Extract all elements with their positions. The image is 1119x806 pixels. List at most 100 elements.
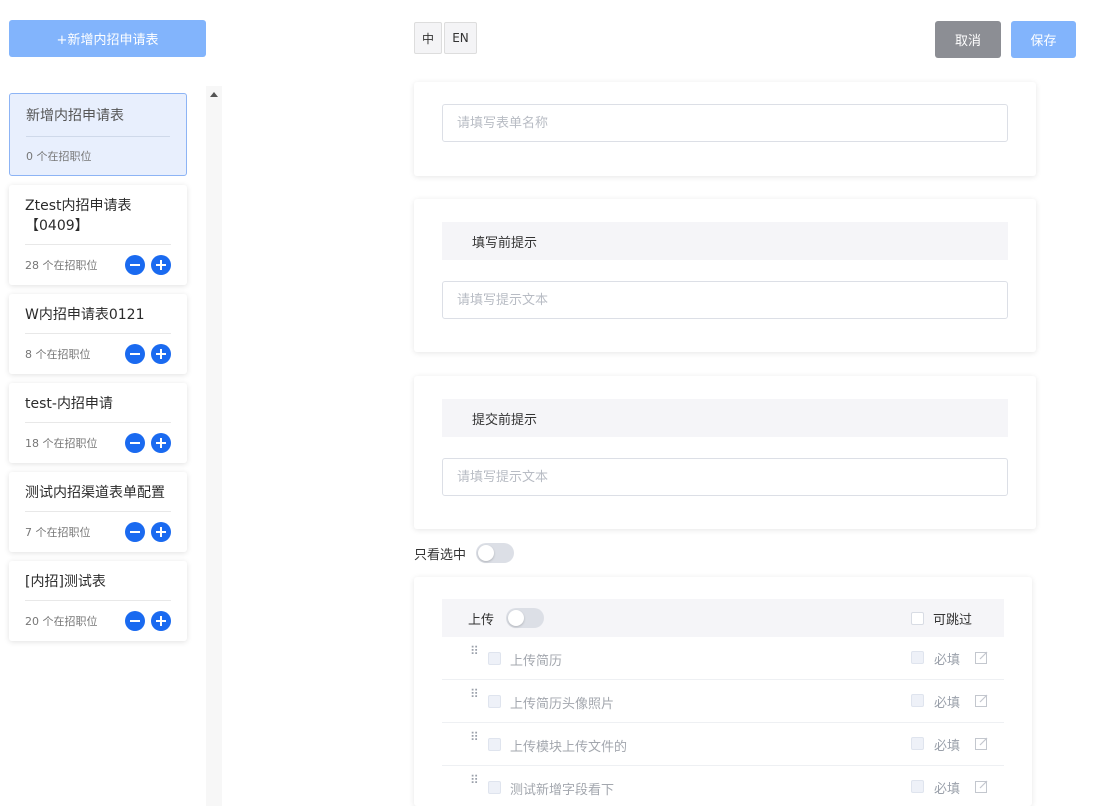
form-name-input[interactable] [442,104,1008,142]
add-form-button[interactable]: +新增内招申请表 [9,20,206,57]
lang-en-button[interactable]: EN [444,22,477,54]
edit-icon[interactable] [975,694,988,707]
form-card[interactable]: 测试内招渠道表单配置 7 个在招职位 [9,472,187,552]
form-card-actions [125,522,171,542]
field-row: ⠿ 上传简历头像照片 必填 [442,680,1004,723]
form-card-footer: 0 个在招职位 [26,137,170,175]
field-row: ⠿ 上传简历 必填 [442,637,1004,680]
form-card-title: test-内招申请 [25,383,171,423]
form-name-panel [414,82,1036,176]
form-card-count: 8 个在招职位 [25,348,91,361]
form-card[interactable]: Ztest内招申请表【0409】 28 个在招职位 [9,185,187,285]
required-label: 必填 [934,739,961,754]
form-card-actions [125,255,171,275]
field-row: ⠿ 上传模块上传文件的 必填 [442,723,1004,766]
form-card-count: 20 个在招职位 [25,615,98,628]
only-selected-filter: 只看选中 [414,543,515,563]
upload-section-title: 上传 [468,612,495,628]
form-card-title: [内招]测试表 [25,561,171,601]
before-submit-title: 提交前提示 [442,399,1008,437]
only-selected-label: 只看选中 [414,547,467,563]
edit-icon[interactable] [975,780,988,793]
field-select-checkbox[interactable] [488,738,501,751]
form-card-footer: 8 个在招职位 [25,334,171,374]
minus-icon [130,620,140,622]
form-card-title: W内招申请表0121 [25,294,171,334]
add-button[interactable] [151,255,171,275]
lang-zh-button[interactable]: 中 [414,22,442,54]
form-card[interactable]: [内招]测试表 20 个在招职位 [9,561,187,641]
drag-handle-icon[interactable]: ⠿ [470,645,479,657]
remove-button[interactable] [125,255,145,275]
add-button[interactable] [151,522,171,542]
minus-icon [130,353,140,355]
required-label: 必填 [934,782,961,797]
scroll-up-arrow-icon[interactable] [210,92,218,97]
upload-section-header: 上传 可跳过 [442,599,1004,637]
before-submit-input[interactable] [442,458,1008,496]
minus-icon [130,531,140,533]
upload-section: 上传 可跳过 ⠿ 上传简历 必填 ⠿ 上传简历头像照片 必填 ⠿ 上传模块上传文… [414,577,1032,806]
form-card-actions [125,433,171,453]
form-card-count: 0 个在招职位 [26,150,92,163]
form-card-count: 7 个在招职位 [25,526,91,539]
form-card-footer: 7 个在招职位 [25,512,171,552]
field-select-checkbox[interactable] [488,652,501,665]
edit-icon[interactable] [975,737,988,750]
form-card-active[interactable]: 新增内招申请表 0 个在招职位 [9,93,187,176]
before-fill-panel: 填写前提示 [414,199,1036,352]
required-checkbox[interactable] [911,651,924,664]
field-label: 上传简历 [510,654,563,669]
plus-icon [156,438,166,448]
upload-toggle[interactable] [506,608,545,628]
drag-handle-icon[interactable]: ⠿ [470,731,479,743]
sidebar-scrollbar[interactable] [206,86,222,806]
field-select-checkbox[interactable] [488,781,501,794]
form-card-title: Ztest内招申请表【0409】 [25,185,171,245]
form-card-actions [125,344,171,364]
required-label: 必填 [934,653,961,668]
remove-button[interactable] [125,611,145,631]
form-card[interactable]: test-内招申请 18 个在招职位 [9,383,187,463]
required-label: 必填 [934,696,961,711]
form-card-actions [125,611,171,631]
form-card-title: 测试内招渠道表单配置 [25,472,171,512]
drag-handle-icon[interactable]: ⠿ [470,774,479,786]
drag-handle-icon[interactable]: ⠿ [470,688,479,700]
field-label: 上传简历头像照片 [510,697,615,712]
add-button[interactable] [151,344,171,364]
minus-icon [130,264,140,266]
required-checkbox[interactable] [911,694,924,707]
form-card[interactable]: W内招申请表0121 8 个在招职位 [9,294,187,374]
skippable-label: 可跳过 [932,612,972,628]
required-checkbox[interactable] [911,737,924,750]
remove-button[interactable] [125,433,145,453]
field-select-checkbox[interactable] [488,695,501,708]
form-card-count: 28 个在招职位 [25,259,98,272]
save-button[interactable]: 保存 [1011,21,1076,58]
add-button[interactable] [151,433,171,453]
skippable-option: 可跳过 [910,599,972,637]
plus-icon [156,527,166,537]
required-checkbox[interactable] [911,780,924,793]
language-switch: 中 EN [414,22,477,54]
add-button[interactable] [151,611,171,631]
plus-icon [156,349,166,359]
skippable-checkbox[interactable] [910,611,924,625]
field-label: 上传模块上传文件的 [510,740,628,755]
remove-button[interactable] [125,522,145,542]
plus-icon [156,260,166,270]
form-card-footer: 18 个在招职位 [25,423,171,463]
edit-icon[interactable] [975,651,988,664]
toggle-knob [478,545,495,561]
only-selected-toggle[interactable] [476,543,515,563]
before-fill-input[interactable] [442,281,1008,319]
minus-icon [130,442,140,444]
form-card-footer: 28 个在招职位 [25,245,171,285]
form-card-count: 18 个在招职位 [25,437,98,450]
plus-icon [156,616,166,626]
form-list: 新增内招申请表 0 个在招职位 Ztest内招申请表【0409】 28 个在招职… [9,93,187,650]
field-label: 测试新增字段看下 [510,783,615,798]
remove-button[interactable] [125,344,145,364]
cancel-button[interactable]: 取消 [935,21,1001,58]
